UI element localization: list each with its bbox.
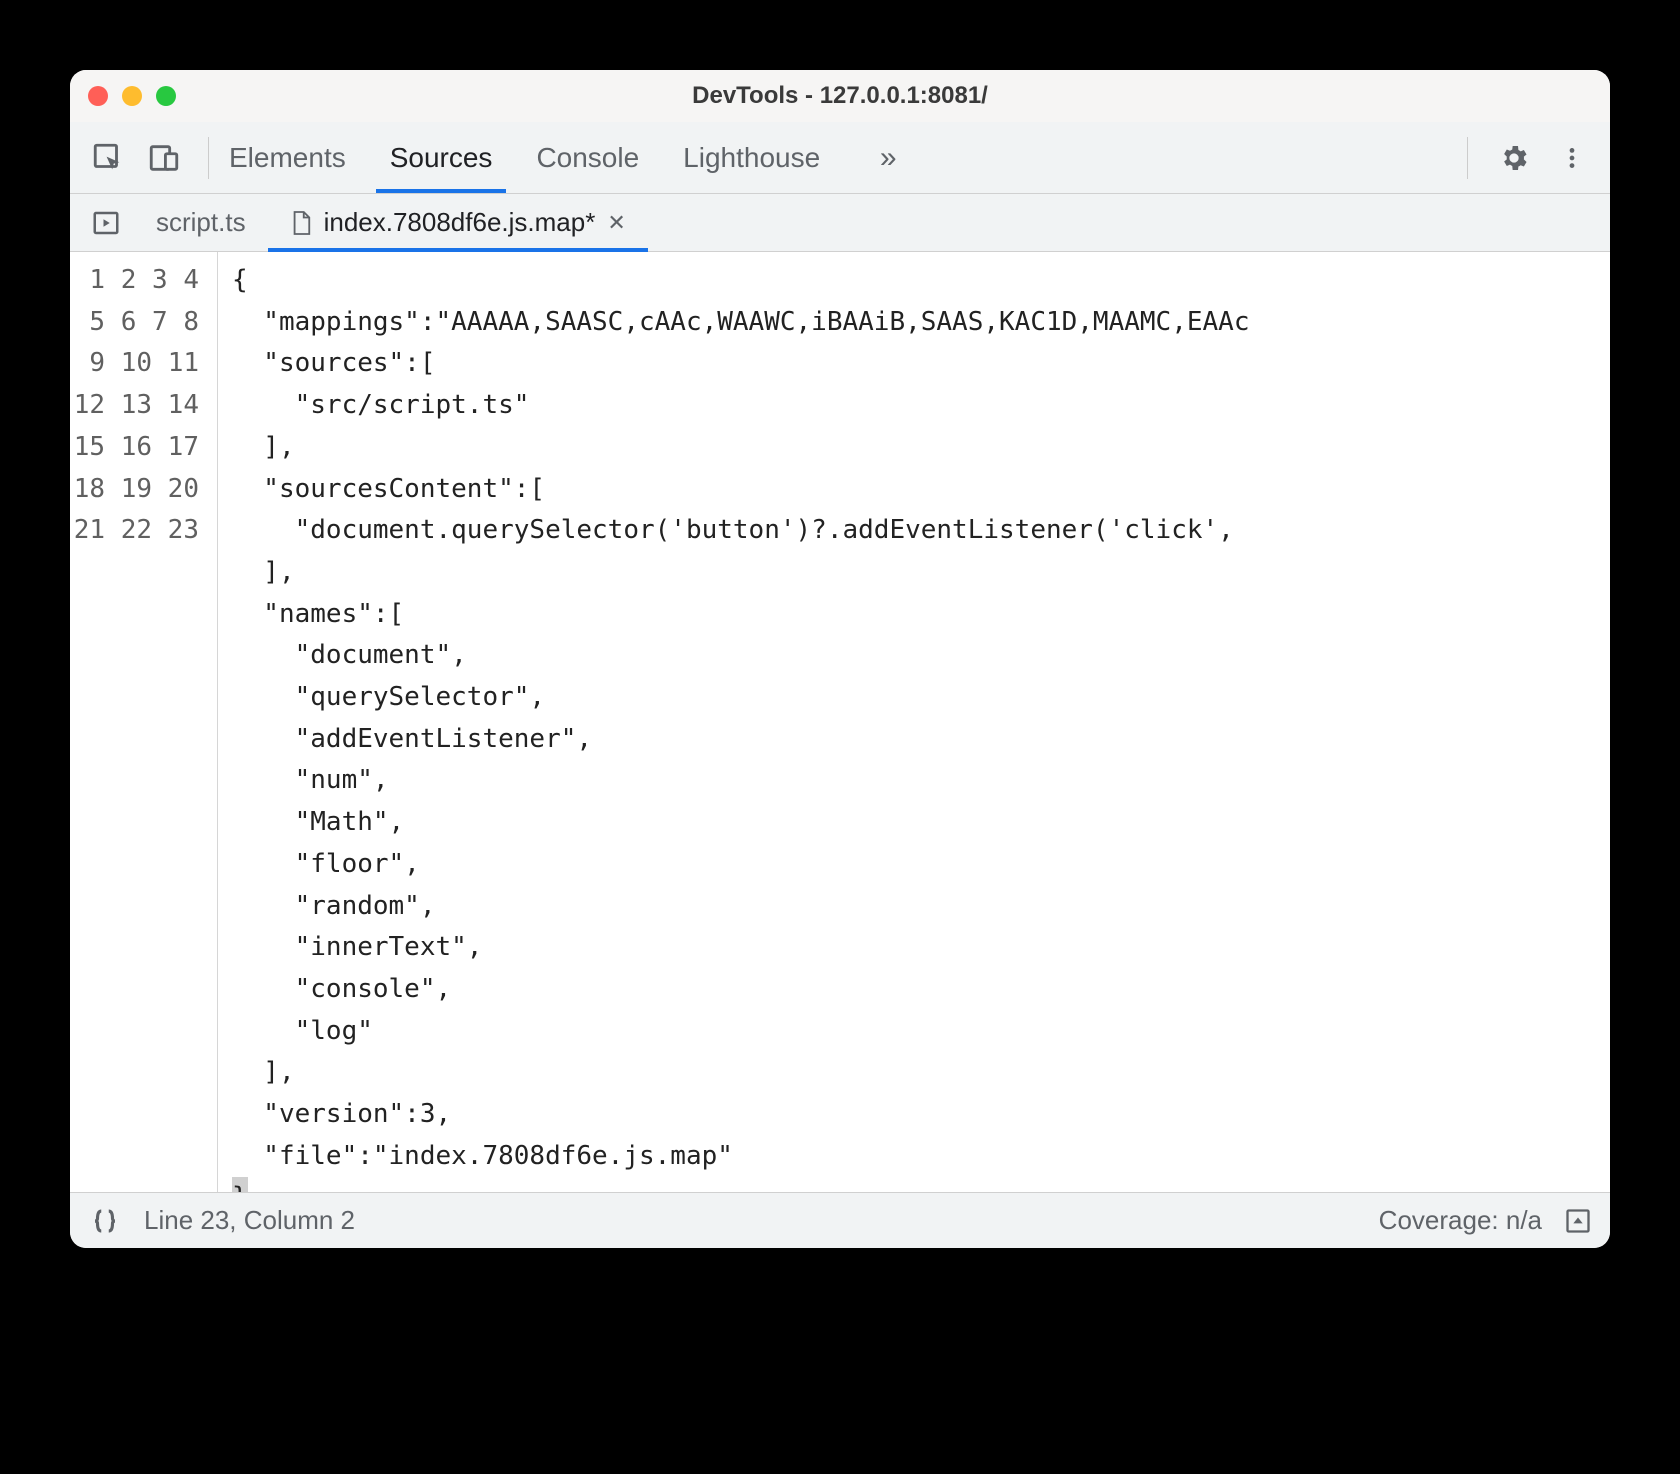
kebab-menu-icon[interactable] bbox=[1548, 134, 1596, 182]
separator bbox=[208, 137, 209, 179]
main-toolbar: Elements Sources Console Lighthouse » bbox=[70, 122, 1610, 194]
tab-elements[interactable]: Elements bbox=[229, 122, 346, 193]
file-icon bbox=[290, 210, 312, 236]
line-number-gutter: 1 2 3 4 5 6 7 8 9 10 11 12 13 14 15 16 1… bbox=[70, 252, 218, 1192]
code-editor[interactable]: 1 2 3 4 5 6 7 8 9 10 11 12 13 14 15 16 1… bbox=[70, 252, 1610, 1192]
file-tab-bar: script.ts index.7808df6e.js.map* ✕ bbox=[70, 194, 1610, 252]
file-tab-label: index.7808df6e.js.map* bbox=[324, 207, 596, 238]
cursor-position: Line 23, Column 2 bbox=[144, 1205, 355, 1236]
window-controls bbox=[88, 86, 176, 106]
more-tabs-icon[interactable]: » bbox=[864, 134, 912, 182]
code-content[interactable]: { "mappings":"AAAAA,SAASC,cAAc,WAAWC,iBA… bbox=[218, 252, 1610, 1192]
file-tab-script-ts[interactable]: script.ts bbox=[134, 194, 268, 251]
file-tab-sourcemap[interactable]: index.7808df6e.js.map* ✕ bbox=[268, 194, 648, 251]
device-toolbar-icon[interactable] bbox=[140, 134, 188, 182]
status-bar: Line 23, Column 2 Coverage: n/a bbox=[70, 1192, 1610, 1248]
navigator-toggle-icon[interactable] bbox=[78, 194, 134, 251]
file-tab-label: script.ts bbox=[156, 207, 246, 238]
window-title: DevTools - 127.0.0.1:8081/ bbox=[70, 82, 1610, 110]
close-window-button[interactable] bbox=[88, 86, 108, 106]
minimize-window-button[interactable] bbox=[122, 86, 142, 106]
drawer-toggle-icon[interactable] bbox=[1564, 1207, 1592, 1235]
devtools-window: DevTools - 127.0.0.1:8081/ Elements Sour… bbox=[70, 70, 1610, 1248]
tab-sources[interactable]: Sources bbox=[390, 122, 493, 193]
close-tab-icon[interactable]: ✕ bbox=[607, 210, 625, 236]
panel-tabs: Elements Sources Console Lighthouse » bbox=[229, 122, 1447, 193]
coverage-status: Coverage: n/a bbox=[1379, 1205, 1542, 1236]
separator bbox=[1467, 137, 1468, 179]
tab-lighthouse[interactable]: Lighthouse bbox=[683, 122, 820, 193]
pretty-print-icon[interactable] bbox=[88, 1206, 122, 1236]
inspect-element-icon[interactable] bbox=[84, 134, 132, 182]
maximize-window-button[interactable] bbox=[156, 86, 176, 106]
titlebar: DevTools - 127.0.0.1:8081/ bbox=[70, 70, 1610, 122]
settings-gear-icon[interactable] bbox=[1490, 134, 1538, 182]
tab-console[interactable]: Console bbox=[536, 122, 639, 193]
